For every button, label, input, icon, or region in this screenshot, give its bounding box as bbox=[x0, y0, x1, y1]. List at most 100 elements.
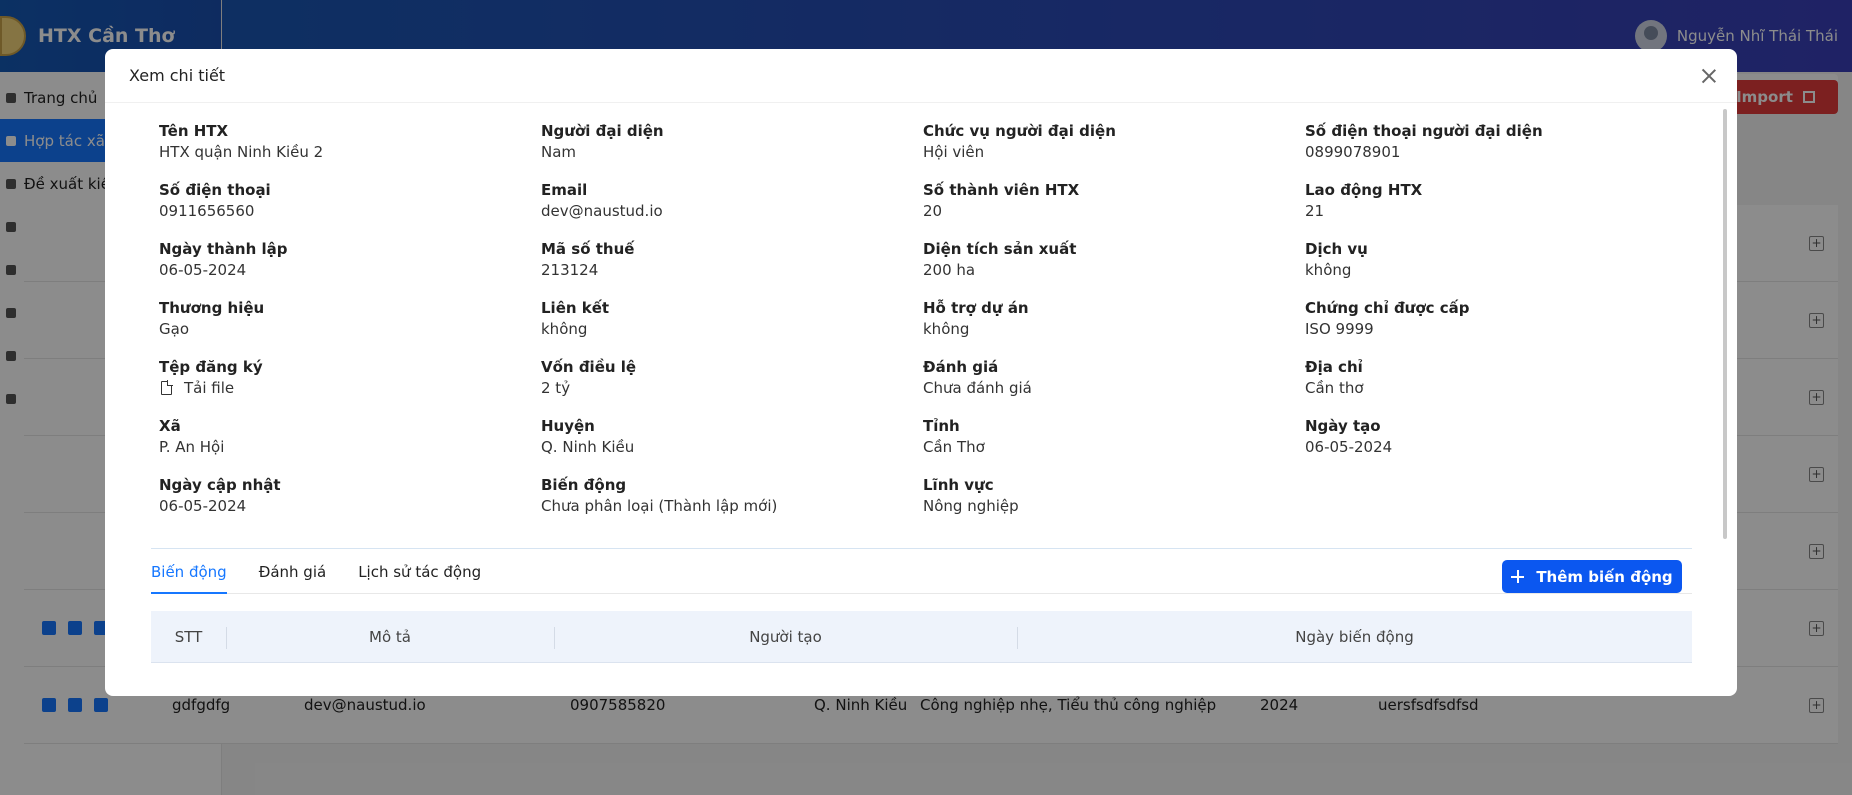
field-label: Diện tích sản xuất bbox=[923, 240, 1077, 258]
field-value-text: HTX quận Ninh Kiều 2 bbox=[159, 143, 324, 161]
field-label: Biến động bbox=[541, 476, 627, 494]
field-value-text: 2 tỷ bbox=[541, 379, 571, 397]
field-value: 200 ha bbox=[923, 259, 1305, 281]
detail-field: Đánh giá Chưa đánh giá bbox=[923, 357, 1305, 416]
detail-field: Ngày cập nhật 06-05-2024 bbox=[159, 475, 541, 534]
tab-item[interactable]: Biến động bbox=[151, 563, 227, 594]
field-value: HTX quận Ninh Kiều 2 bbox=[159, 141, 541, 163]
detail-field: Biến động Chưa phân loại (Thành lập mới) bbox=[541, 475, 923, 534]
field-value: 06-05-2024 bbox=[159, 259, 541, 281]
field-value-text: Q. Ninh Kiều bbox=[541, 438, 635, 456]
field-label: Số thành viên HTX bbox=[923, 181, 1080, 199]
field-value-text: không bbox=[1305, 261, 1352, 279]
field-value: 0899078901 bbox=[1305, 141, 1687, 163]
field-value-text: 06-05-2024 bbox=[159, 261, 247, 279]
change-table-header: STT Mô tả Người tạo Ngày biến động bbox=[151, 611, 1692, 663]
field-value-text: Hội viên bbox=[923, 143, 985, 161]
detail-field: Số điện thoại người đại diện 0899078901 bbox=[1305, 121, 1687, 180]
field-value-text: Cần Thơ bbox=[923, 438, 985, 456]
tab-item[interactable]: Lịch sử tác động bbox=[358, 563, 481, 593]
column-header: Người tạo bbox=[554, 611, 1017, 662]
field-value-text: Tải file bbox=[184, 379, 235, 397]
detail-field: Chức vụ người đại diện Hội viên bbox=[923, 121, 1305, 180]
field-value: ISO 9999 bbox=[1305, 318, 1687, 340]
modal-header: Xem chi tiết bbox=[105, 49, 1737, 103]
detail-field: Liên kết không bbox=[541, 298, 923, 357]
tab-list: Biến động Đánh giá Lịch sử tác động bbox=[151, 563, 513, 594]
detail-field: Chứng chỉ được cấp ISO 9999 bbox=[1305, 298, 1687, 357]
field-label: Địa chỉ bbox=[1305, 358, 1363, 376]
field-value: 06-05-2024 bbox=[1305, 436, 1687, 458]
field-label: Số điện thoại bbox=[159, 181, 271, 199]
field-value-text: Nam bbox=[541, 143, 577, 161]
detail-field: Dịch vụ không bbox=[1305, 239, 1687, 298]
close-icon[interactable] bbox=[1699, 66, 1719, 86]
field-value-text: 200 ha bbox=[923, 261, 976, 279]
field-label: Vốn điều lệ bbox=[541, 358, 637, 376]
field-label: Ngày thành lập bbox=[159, 240, 288, 258]
field-value: 0911656560 bbox=[159, 200, 541, 222]
detail-field: Mã số thuế 213124 bbox=[541, 239, 923, 298]
field-label: Số điện thoại người đại diện bbox=[1305, 122, 1543, 140]
field-value: Cần thơ bbox=[1305, 377, 1687, 399]
field-value-text: 213124 bbox=[541, 261, 599, 279]
field-label: Chứng chỉ được cấp bbox=[1305, 299, 1470, 317]
detail-field: Hỗ trợ dự án không bbox=[923, 298, 1305, 357]
detail-field: Địa chỉ Cần thơ bbox=[1305, 357, 1687, 416]
field-value-text: 0899078901 bbox=[1305, 143, 1401, 161]
column-header: STT bbox=[174, 627, 203, 646]
field-value: 213124 bbox=[541, 259, 923, 281]
field-value: dev@naustud.io bbox=[541, 200, 923, 222]
field-value-text: Nông nghiệp bbox=[923, 497, 1019, 515]
file-icon bbox=[161, 380, 173, 395]
field-value: 21 bbox=[1305, 200, 1687, 222]
detail-field: Lĩnh vực Nông nghiệp bbox=[923, 475, 1305, 534]
detail-field: Tên HTX HTX quận Ninh Kiều 2 bbox=[159, 121, 541, 180]
field-value-text: Gạo bbox=[159, 320, 189, 338]
detail-field: Lao động HTX 21 bbox=[1305, 180, 1687, 239]
field-label: Huyện bbox=[541, 417, 595, 435]
field-label: Đánh giá bbox=[923, 358, 999, 376]
column-header: Ngày biến động bbox=[1017, 611, 1692, 662]
add-change-button-label: Thêm biến động bbox=[1536, 567, 1673, 586]
detail-field: Số điện thoại 0911656560 bbox=[159, 180, 541, 239]
column-header: Mô tả bbox=[226, 611, 554, 662]
field-value-text: không bbox=[541, 320, 588, 338]
field-label: Tên HTX bbox=[159, 122, 229, 140]
field-value-text: 21 bbox=[1305, 202, 1325, 220]
field-value: không bbox=[923, 318, 1305, 340]
field-label: Dịch vụ bbox=[1305, 240, 1368, 258]
detail-field: Ngày thành lập 06-05-2024 bbox=[159, 239, 541, 298]
field-label: Người đại diện bbox=[541, 122, 664, 140]
field-value-text: dev@naustud.io bbox=[541, 202, 663, 220]
detail-field: Vốn điều lệ 2 tỷ bbox=[541, 357, 923, 416]
field-value: Gạo bbox=[159, 318, 541, 340]
modal-scrollbar[interactable] bbox=[1723, 109, 1727, 539]
tab-item[interactable]: Đánh giá bbox=[259, 563, 326, 593]
field-value: Nam bbox=[541, 141, 923, 163]
detail-field: Email dev@naustud.io bbox=[541, 180, 923, 239]
tabs-bar: Biến động Đánh giá Lịch sử tác động Thêm b… bbox=[151, 548, 1692, 594]
detail-modal: Xem chi tiết Tên HTX HTX quận Ninh Kiều 2… bbox=[105, 49, 1737, 696]
add-change-button[interactable]: Thêm biến động bbox=[1502, 560, 1682, 593]
field-value[interactable]: Tải file bbox=[159, 377, 541, 399]
field-label: Lĩnh vực bbox=[923, 476, 994, 494]
modal-title: Xem chi tiết bbox=[129, 66, 226, 85]
detail-field: Số thành viên HTX 20 bbox=[923, 180, 1305, 239]
field-value-text: 06-05-2024 bbox=[1305, 438, 1393, 456]
field-label: Email bbox=[541, 181, 588, 199]
detail-field: Ngày tạo 06-05-2024 bbox=[1305, 416, 1687, 475]
detail-field: Người đại diện Nam bbox=[541, 121, 923, 180]
detail-field: Xã P. An Hội bbox=[159, 416, 541, 475]
plus-icon bbox=[1511, 570, 1525, 583]
field-value: không bbox=[541, 318, 923, 340]
field-value-text: P. An Hội bbox=[159, 438, 225, 456]
field-value: Nông nghiệp bbox=[923, 495, 1305, 517]
field-label: Tệp đăng ký bbox=[159, 358, 263, 376]
field-value-text: 0911656560 bbox=[159, 202, 255, 220]
field-label: Mã số thuế bbox=[541, 240, 635, 258]
field-label: Hỗ trợ dự án bbox=[923, 299, 1029, 317]
field-value: P. An Hội bbox=[159, 436, 541, 458]
field-value-text: không bbox=[923, 320, 970, 338]
field-label: Thương hiệu bbox=[159, 299, 265, 317]
